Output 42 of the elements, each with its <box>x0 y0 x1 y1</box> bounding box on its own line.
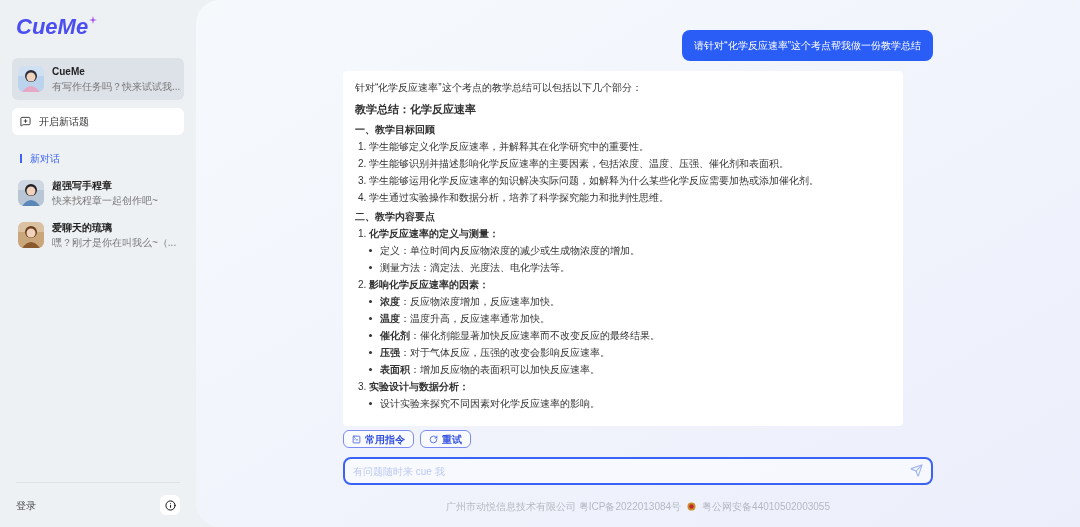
list-item: 表面积：增加反应物的表面积可以加快反应速率。 <box>380 363 600 377</box>
list-item: 压强：对于气体反应，压强的改变会影响反应速率。 <box>380 346 610 360</box>
list-item: 浓度：反应物浓度增加，反应速率加快。 <box>380 295 560 309</box>
user-message: 请针对“化学反应速率”这个考点帮我做一份教学总结 <box>682 30 933 61</box>
list-item: 设计实验来探究不同因素对化学反应速率的影响。 <box>380 397 600 411</box>
emblem-icon <box>687 501 697 511</box>
list-item: 定义：单位时间内反应物浓度的减少或生成物浓度的增加。 <box>380 244 640 258</box>
chat-preview: 嘿？刚才是你在叫我么~（... <box>52 236 177 250</box>
action-button[interactable]: 重试 <box>420 430 471 448</box>
chat-name: 超强写手程章 <box>52 179 113 193</box>
info-icon <box>164 499 176 511</box>
retry-icon <box>429 434 438 444</box>
sidebar-item[interactable]: 超强写手程章 快来找程章一起创作吧~ <box>12 178 184 208</box>
login-link[interactable]: 登录 <box>16 497 36 513</box>
chat-preview: 快来找程章一起创作吧~ <box>52 194 158 208</box>
list-item: 测量方法：滴定法、光度法、电化学法等。 <box>380 261 570 275</box>
list-item: 1. 化学反应速率的定义与测量： <box>357 227 501 241</box>
new-topic-button[interactable]: 开启新话题 <box>12 108 184 135</box>
section-heading: 一、教学目标回顾 <box>355 123 436 137</box>
section-heading: 二、教学内容要点 <box>355 210 436 224</box>
reply-title: 教学总结：化学反应速率 <box>355 102 477 117</box>
chat-name: CueMe <box>52 65 86 79</box>
list-item: 温度：温度升高，反应速率通常加快。 <box>380 312 550 326</box>
command-icon <box>352 434 361 444</box>
list-item: 3. 实验设计与数据分析： <box>357 380 471 394</box>
reply-text: 针对“化学反应速率”这个考点的教学总结可以包括以下几个部分： <box>355 81 643 95</box>
sidebar-item[interactable]: CueMe 有写作任务吗？快来试试我... <box>12 58 184 100</box>
list-item: 4. 学生通过实验操作和数据分析，培养了科学探究能力和批判性思维。 <box>357 191 671 205</box>
sidebar-item[interactable]: 爱聊天的琉璃 嘿？刚才是你在叫我么~（... <box>12 220 184 250</box>
chat-preview: 有写作任务吗？快来试试我... <box>52 80 178 94</box>
list-item: 3. 学生能够运用化学反应速率的知识解决实际问题，如解释为什么某些化学反应需要加热或添加催化剂。 <box>357 174 821 188</box>
list-item: 2. 学生能够识别并描述影响化学反应速率的主要因素，包括浓度、温度、压强、催化剂和表面积。 <box>357 157 791 171</box>
chat-name: 爱聊天的琉璃 <box>52 221 113 235</box>
info-button[interactable] <box>160 495 180 515</box>
logo: CueMe <box>16 16 89 38</box>
section-label: 新对话 <box>30 152 60 166</box>
list-item: 2. 影响化学反应速率的因素： <box>357 278 491 292</box>
list-item: 催化剂：催化剂能显著加快反应速率而不改变反应的最终结果。 <box>380 329 660 343</box>
sparkle-icon <box>89 16 98 24</box>
new-chat-icon <box>20 116 31 127</box>
list-item: 1. 学生能够定义化学反应速率，并解释其在化学研究中的重要性。 <box>357 140 651 154</box>
action-button[interactable]: 常用指令 <box>343 430 414 448</box>
